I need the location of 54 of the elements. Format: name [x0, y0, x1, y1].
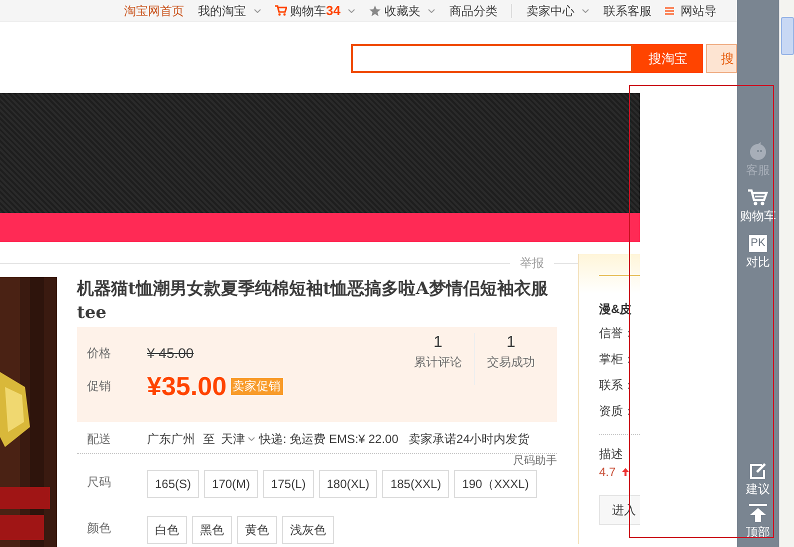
promo-tag: 卖家促销	[230, 378, 283, 394]
nav-link[interactable]: 购物车34	[275, 0, 356, 20]
arrow-up-icon	[622, 468, 629, 476]
stat-label: 累计评论	[414, 354, 462, 371]
size-option[interactable]: 170(M)	[204, 470, 258, 498]
product-title: 机器猫t恤潮男女款夏季纯棉短袖t恤恶搞多啦A梦情侣短袖衣服tee	[77, 278, 549, 325]
nav-link[interactable]: 我的淘宝	[198, 2, 261, 20]
destination-select[interactable]: 天津	[221, 430, 255, 448]
size-label: 尺码	[86, 474, 112, 491]
color-option[interactable]: 黑色	[192, 516, 232, 544]
menu-icon	[665, 6, 674, 14]
search-field[interactable]	[351, 44, 633, 73]
sidebar-item[interactable]: 顶部	[746, 504, 770, 539]
shipping-promise: 卖家承诺24小时内发货	[408, 430, 530, 448]
nav-link[interactable]: 淘宝网首页	[124, 2, 184, 20]
size-option[interactable]: 180(XL)	[318, 470, 378, 498]
promo-label: 促销	[87, 378, 112, 395]
shipping-text: 快递: 免运费 EMS:¥ 22.00	[259, 430, 398, 448]
price-label: 价格	[87, 345, 112, 362]
sidebar-item[interactable]: 建议	[746, 463, 770, 496]
nav-link[interactable]: 商品分类	[449, 2, 498, 20]
color-label: 颜色	[86, 520, 112, 537]
size-option[interactable]: 175(L)	[263, 470, 314, 498]
score-value: 4.7	[599, 464, 616, 481]
star-icon	[369, 4, 382, 16]
color-option[interactable]: 黄色	[237, 516, 277, 544]
chat-bubble-icon	[749, 142, 767, 160]
to-text: 至	[203, 430, 215, 448]
nav-link[interactable]: 网站导	[665, 2, 716, 20]
nav-link[interactable]: 卖家中心	[526, 2, 590, 20]
score-label: 描述	[599, 446, 624, 463]
arrow-up-icon	[749, 504, 767, 522]
promo-price: ¥35.00	[147, 371, 227, 401]
caret-icon	[248, 436, 255, 440]
stat-value: 1	[434, 333, 442, 353]
sidebar-item[interactable]: PK 对比	[746, 235, 770, 269]
scrollbar[interactable]	[779, 0, 794, 547]
size-helper-link[interactable]: 尺码助手	[513, 454, 557, 468]
nav-link[interactable]: 联系客服	[603, 2, 652, 20]
stat-value: 1	[506, 333, 516, 353]
origin-text: 广东广州	[147, 430, 195, 448]
cart-icon	[748, 189, 768, 206]
edit-icon	[750, 463, 766, 479]
size-option[interactable]: 185(XXL)	[382, 470, 450, 498]
pk-icon: PK	[749, 235, 767, 252]
cart-icon	[275, 5, 287, 16]
original-price: ¥ 45.00	[147, 344, 194, 362]
size-option[interactable]: 165(S)	[147, 470, 200, 498]
size-option[interactable]: 190（XXXL)	[454, 470, 537, 498]
nav-link[interactable]: 收藏夹	[369, 2, 436, 20]
color-option[interactable]: 浅灰色	[282, 516, 334, 544]
stat-label: 交易成功	[487, 354, 535, 371]
delivery-label: 配送	[86, 430, 112, 448]
color-option[interactable]: 白色	[147, 516, 187, 544]
